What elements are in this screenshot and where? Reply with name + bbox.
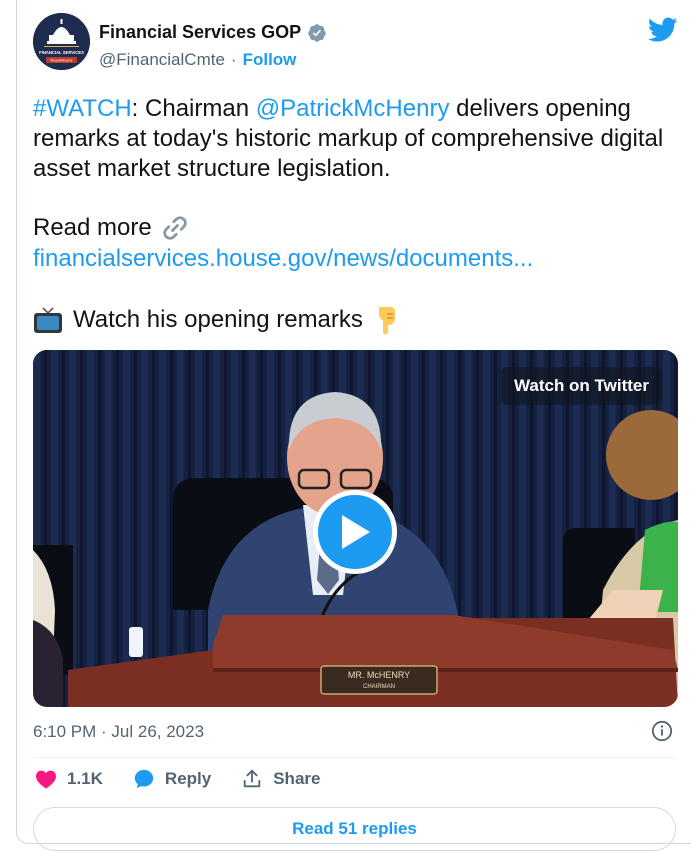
tweet-text-part1: : Chairman <box>131 95 256 122</box>
play-button[interactable] <box>313 490 397 574</box>
tweet-card: FINANCIAL SERVICES Republicans Financial… <box>16 0 691 851</box>
follow-button[interactable]: Follow <box>243 50 297 70</box>
watch-line: Watch his opening remarks <box>33 304 401 336</box>
read-more-line: Read more <box>33 213 190 243</box>
mention-link[interactable]: @PatrickMcHenry <box>256 95 450 122</box>
link-icon <box>163 216 187 240</box>
read-more-label: Read more <box>33 214 152 241</box>
account-avatar[interactable]: FINANCIAL SERVICES Republicans <box>33 13 90 70</box>
svg-text:FINANCIAL SERVICES: FINANCIAL SERVICES <box>39 50 84 55</box>
article-link[interactable]: financialservices.house.gov/news/documen… <box>33 244 533 274</box>
nameplate-line1: MR. McHENRY <box>348 670 410 680</box>
hashtag-link[interactable]: #WATCH <box>33 95 132 122</box>
action-bar: 1.1K Reply Share <box>35 768 350 790</box>
handle-row: @FinancialCmte · Follow <box>99 50 296 70</box>
name-row: Financial Services GOP <box>99 22 327 43</box>
read-replies-button[interactable]: Read 51 replies <box>33 807 676 851</box>
like-button[interactable]: 1.1K <box>35 769 103 789</box>
svg-text:Republicans: Republicans <box>50 58 72 63</box>
divider <box>33 757 675 758</box>
heart-icon <box>36 770 56 789</box>
share-button[interactable]: Share <box>241 768 320 790</box>
share-label: Share <box>273 769 321 788</box>
twitter-bird-icon[interactable] <box>648 17 678 43</box>
share-icon <box>243 769 261 788</box>
display-name[interactable]: Financial Services GOP <box>99 22 301 43</box>
nameplate-line2: CHAIRMAN <box>363 684 395 690</box>
verified-badge-icon <box>308 23 326 42</box>
timestamp[interactable]: 6:10 PM · Jul 26, 2023 <box>33 722 204 742</box>
separator: · <box>230 50 237 69</box>
video-player[interactable]: MR. McHENRY CHAIRMAN Watch on Twitter <box>33 350 678 707</box>
play-icon <box>342 515 370 549</box>
tweet-text: #WATCH: Chairman @PatrickMcHenry deliver… <box>33 94 673 184</box>
watch-on-twitter-button[interactable]: Watch on Twitter <box>500 367 662 405</box>
info-icon[interactable] <box>651 720 673 742</box>
handle[interactable]: @FinancialCmte <box>99 50 225 70</box>
reply-label: Reply <box>164 769 212 788</box>
like-count: 1.1K <box>67 769 103 788</box>
reply-bubble-icon <box>134 769 154 789</box>
watch-line-text: Watch his opening remarks <box>73 306 363 333</box>
reply-button[interactable]: Reply <box>133 768 211 790</box>
pointing-down-icon <box>378 307 395 335</box>
tv-icon <box>34 307 62 333</box>
